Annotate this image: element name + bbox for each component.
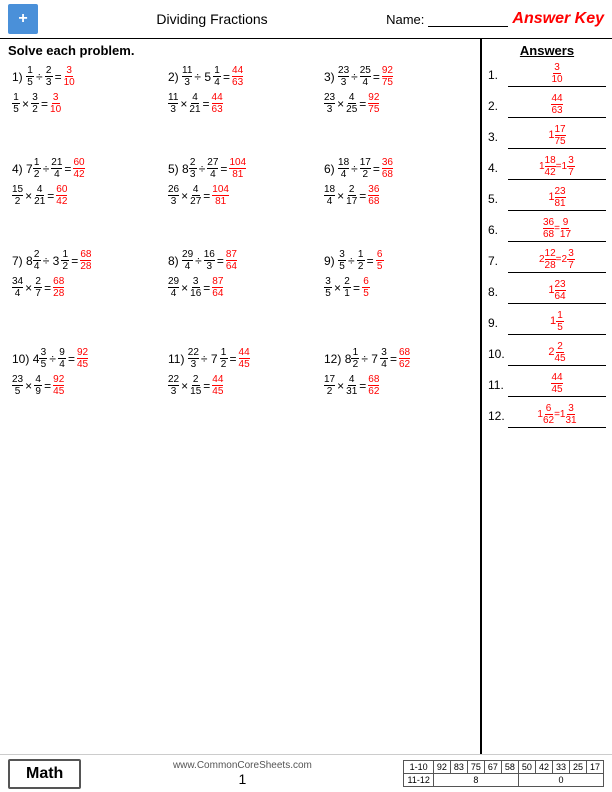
problem-10: 10) 435 ÷ 94 = 9245 235 × 49 = 9245 [8, 344, 160, 424]
math-label: Math [8, 759, 81, 789]
main-content: Solve each problem. 1) 15 ÷ 23 = 310 15 [0, 39, 612, 754]
answer-1: 1. 310 [488, 62, 606, 87]
answer-8: 8. 12364 [488, 279, 606, 304]
problems-area: Solve each problem. 1) 15 ÷ 23 = 310 15 [0, 39, 482, 754]
footer: Math www.CommonCoreSheets.com 1 1-10 928… [0, 754, 612, 792]
problem-2: 2) 113 ÷ 5 14 = 4463 113 × 421 = 4463 [164, 62, 316, 142]
answer-6: 6. 3668=917 [488, 217, 606, 242]
footer-page: 1 [173, 771, 312, 787]
problem-12: 12) 812 ÷ 7 34 = 6862 172 × 431 = 6862 [320, 344, 472, 424]
problem-7: 7) 824 ÷ 3 12 = 6828 344 × 27 = 6828 [8, 246, 160, 326]
problem-1: 1) 15 ÷ 23 = 310 15 × 32 = 310 [8, 62, 160, 142]
page-title: Dividing Fractions [156, 11, 267, 27]
answer-column: Answers 1. 310 2. 4463 [482, 39, 612, 754]
answer-5: 5. 12381 [488, 186, 606, 211]
problem-4: 4) 712 ÷ 214 = 6042 152 × 421 = 6042 [8, 154, 160, 234]
answer-11: 11. 4445 [488, 372, 606, 397]
answer-12: 12. 1662=1331 [488, 403, 606, 428]
answer-4: 4. 11842=137 [488, 155, 606, 180]
problem-11: 11) 223 ÷ 7 12 = 4445 223 × 215 = 4445 [164, 344, 316, 424]
problem-6: 6) 184 ÷ 172 = 3668 184 × 217 = 3668 [320, 154, 472, 234]
name-label: Name: [386, 12, 424, 27]
logo-icon: + [8, 4, 38, 34]
problem-3: 3) 233 ÷ 254 = 9275 233 × 425 = 9275 [320, 62, 472, 142]
problem-8: 8) 294 ÷ 163 = 8764 294 × 316 = 8764 [164, 246, 316, 326]
footer-url: www.CommonCoreSheets.com [173, 760, 312, 771]
problem-9: 9) 35 ÷ 12 = 65 35 × 21 = 65 [320, 246, 472, 326]
answer-3: 3. 11775 [488, 124, 606, 149]
score-table: 1-10 9283 7567 5850 4233 2517 11-12 8 0 [403, 760, 604, 787]
answers-title: Answers [488, 43, 606, 58]
problem-5: 5) 823 ÷ 274 = 10481 263 × 427 = 10481 [164, 154, 316, 234]
instruction: Solve each problem. [8, 43, 472, 58]
answer-9: 9. 115 [488, 310, 606, 335]
header: + Dividing Fractions Name: Answer Key [0, 0, 612, 39]
answer-2: 2. 4463 [488, 93, 606, 118]
answer-key-label: Answer Key [512, 10, 604, 28]
answer-7: 7. 21228=237 [488, 248, 606, 273]
answer-10: 10. 2245 [488, 341, 606, 366]
